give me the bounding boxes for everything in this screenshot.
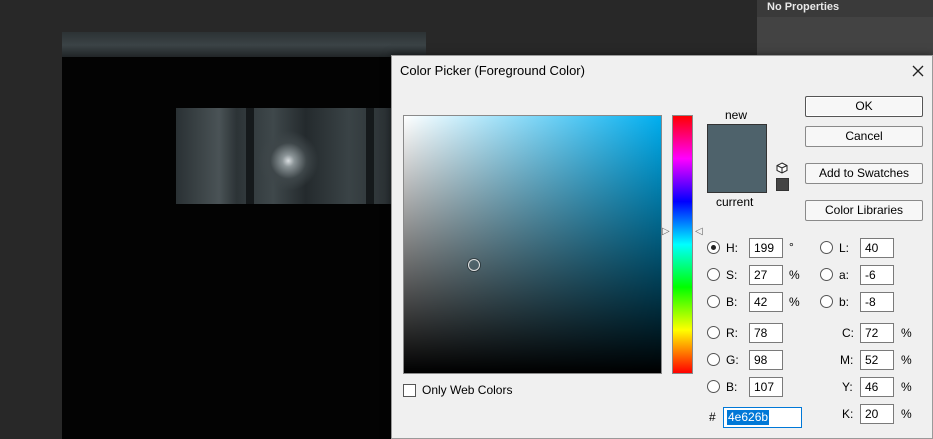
cyan-field[interactable]: 72 xyxy=(860,323,894,343)
cyan-unit: % xyxy=(901,326,912,340)
lab-b-label: b: xyxy=(839,295,850,309)
saturation-unit: % xyxy=(789,268,800,282)
lab-l-label: L: xyxy=(839,241,850,255)
red-radio[interactable] xyxy=(707,326,720,339)
canvas-image-strip xyxy=(62,32,426,58)
red-label: R: xyxy=(726,326,738,340)
hex-hash-label: # xyxy=(709,410,716,424)
color-picker-dialog: Color Picker (Foreground Color) ▷ ◁ new … xyxy=(391,55,933,439)
black-unit: % xyxy=(901,407,912,421)
properties-panel-title: No Properties xyxy=(767,1,840,13)
hue-radio[interactable] xyxy=(707,241,720,254)
hue-unit: ° xyxy=(789,240,794,254)
lab-b-field[interactable]: -8 xyxy=(860,292,894,312)
brightness-unit: % xyxy=(789,295,800,309)
only-web-colors-checkbox[interactable] xyxy=(403,384,416,397)
current-color-swatch[interactable] xyxy=(707,159,767,193)
cancel-button[interactable]: Cancel xyxy=(805,126,923,147)
green-label: G: xyxy=(726,353,739,367)
saturation-field[interactable]: 27 xyxy=(749,265,783,285)
saturation-radio[interactable] xyxy=(707,268,720,281)
lab-a-radio[interactable] xyxy=(820,268,833,281)
brightness-label: B: xyxy=(726,295,738,309)
hue-field[interactable]: 199 xyxy=(749,238,783,258)
green-field[interactable]: 98 xyxy=(749,350,783,370)
lab-l-field[interactable]: 40 xyxy=(860,238,894,258)
brightness-radio[interactable] xyxy=(707,295,720,308)
photo-layer xyxy=(176,108,392,204)
ok-button[interactable]: OK xyxy=(805,96,923,117)
current-color-label: current xyxy=(716,195,754,209)
hue-slider[interactable] xyxy=(672,115,693,374)
saturation-label: S: xyxy=(726,268,738,282)
magenta-unit: % xyxy=(901,353,912,367)
color-field[interactable] xyxy=(403,115,662,374)
cyan-label: C: xyxy=(842,326,854,340)
photo-detail xyxy=(246,108,254,204)
out-of-gamut-cube-icon[interactable] xyxy=(776,162,788,174)
blue-field[interactable]: 107 xyxy=(749,377,783,397)
photo-detail xyxy=(366,108,374,204)
hue-slider-right-arrow-icon[interactable]: ◁ xyxy=(695,226,703,237)
hue-label: H: xyxy=(726,241,738,255)
blue-radio[interactable] xyxy=(707,380,720,393)
hue-slider-left-arrow-icon[interactable]: ▷ xyxy=(662,226,670,237)
brightness-field[interactable]: 42 xyxy=(749,292,783,312)
green-radio[interactable] xyxy=(707,353,720,366)
yellow-unit: % xyxy=(901,380,912,394)
color-libraries-button[interactable]: Color Libraries xyxy=(805,200,923,221)
lab-l-radio[interactable] xyxy=(820,241,833,254)
lab-a-field[interactable]: -6 xyxy=(860,265,894,285)
web-safe-swatch-icon[interactable] xyxy=(776,178,789,191)
blue-label: B: xyxy=(726,380,738,394)
only-web-colors-label[interactable]: Only Web Colors xyxy=(422,383,512,397)
lab-b-radio[interactable] xyxy=(820,295,833,308)
hex-field[interactable]: 4e626b xyxy=(723,407,802,428)
properties-panel-header: No Properties xyxy=(757,0,933,17)
red-field[interactable]: 78 xyxy=(749,323,783,343)
close-button[interactable] xyxy=(904,59,932,83)
add-to-swatches-button[interactable]: Add to Swatches xyxy=(805,163,923,184)
new-color-swatch xyxy=(707,124,767,159)
magenta-field[interactable]: 52 xyxy=(860,350,894,370)
new-color-label: new xyxy=(725,108,748,122)
close-icon xyxy=(912,65,924,77)
black-field[interactable]: 20 xyxy=(860,404,894,424)
yellow-field[interactable]: 46 xyxy=(860,377,894,397)
dialog-title: Color Picker (Foreground Color) xyxy=(400,63,585,78)
lab-a-label: a: xyxy=(839,268,850,282)
color-field-marker[interactable] xyxy=(468,259,480,271)
black-label: K: xyxy=(842,407,854,421)
hex-value: 4e626b xyxy=(727,410,770,425)
magenta-label: M: xyxy=(840,353,854,367)
yellow-label: Y: xyxy=(842,380,853,394)
